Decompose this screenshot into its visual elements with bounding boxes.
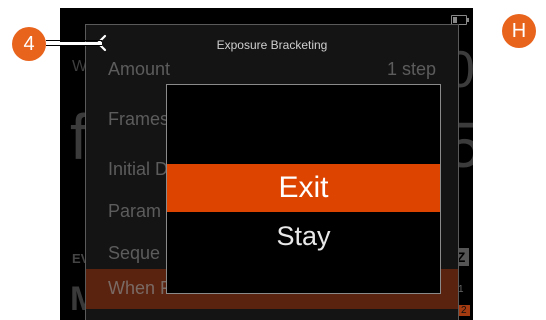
bg-readout-two: 2 (458, 305, 470, 316)
when-finished-dialog: Exit Stay (166, 84, 441, 294)
menu-item-label: Initial D (108, 159, 169, 179)
pointer-line-edge (46, 40, 102, 41)
annotation-badge-h: H (502, 14, 536, 48)
dialog-option-stay[interactable]: Stay (167, 212, 440, 260)
annotation-badge-4: 4 (12, 27, 46, 61)
menu-item-label: Frames (108, 109, 170, 129)
menu-item-label: Seque (108, 243, 161, 263)
menu-item-label: Param (108, 201, 162, 221)
dialog-option-exit[interactable]: Exit (167, 164, 440, 212)
pointer-line-edge (46, 45, 102, 46)
menu-item-label: Amount (108, 59, 171, 79)
menu-item-value: 1 step (386, 59, 436, 79)
